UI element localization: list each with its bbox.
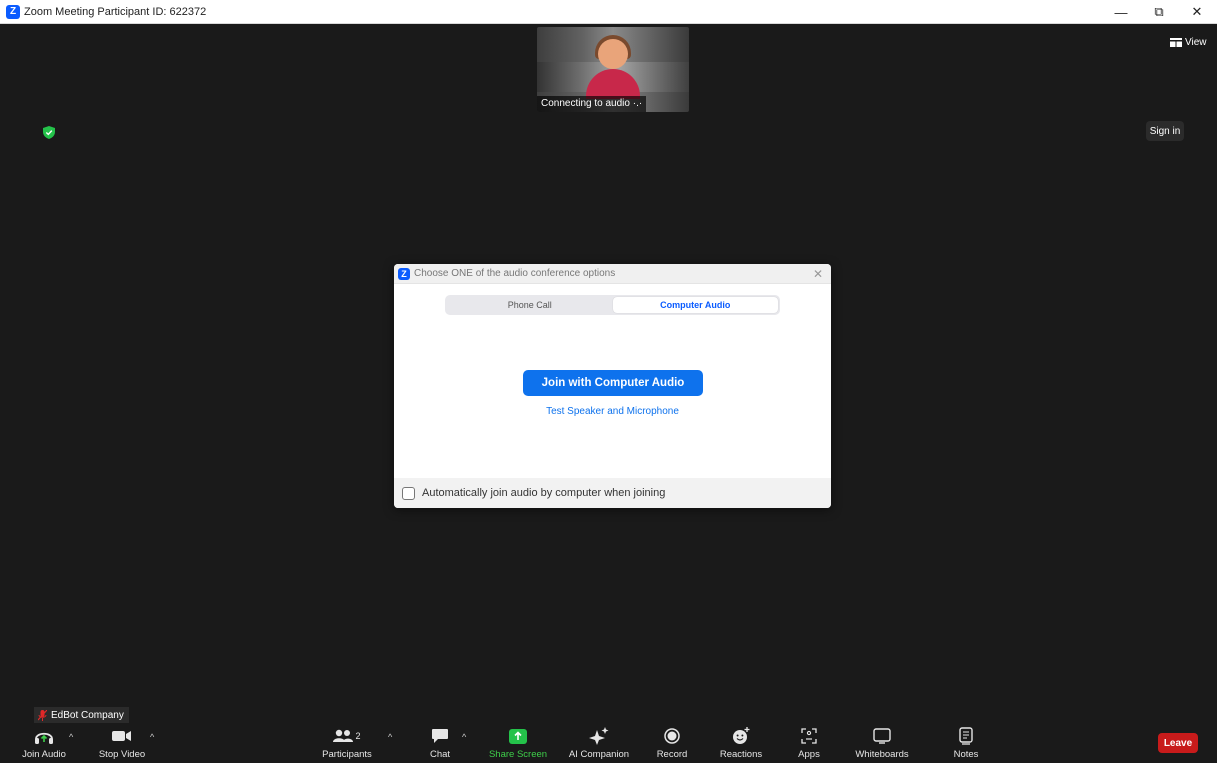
chat-button[interactable]: Chat [422, 724, 458, 763]
participants-label: Participants [322, 749, 372, 760]
record-button[interactable]: Record [652, 724, 692, 763]
video-status-label: Connecting to audio ·.· [537, 96, 647, 112]
participants-chevron-icon[interactable]: ^ [388, 732, 392, 742]
participants-icon [333, 729, 354, 742]
notes-icon [959, 727, 973, 745]
audio-options-dialog: Z Choose ONE of the audio conference opt… [394, 264, 831, 508]
tab-computer-audio[interactable]: Computer Audio [612, 297, 778, 313]
avatar-head [598, 39, 628, 69]
video-camera-icon [112, 731, 131, 741]
self-video-thumbnail[interactable]: Connecting to audio ·.· [537, 27, 689, 112]
view-grid-icon [1170, 38, 1182, 47]
share-screen-button[interactable]: Share Screen [486, 724, 550, 763]
join-computer-audio-button[interactable]: Join with Computer Audio [523, 370, 703, 396]
auto-join-label: Automatically join audio by computer whe… [422, 487, 666, 499]
join-audio-label: Join Audio [22, 749, 66, 760]
ai-sparkle-icon [589, 727, 609, 745]
chat-label: Chat [429, 749, 451, 760]
dialog-close-icon[interactable]: ✕ [813, 267, 823, 281]
audio-options-chevron-icon[interactable]: ^ [69, 732, 73, 742]
stop-video-button[interactable]: Stop Video [93, 724, 151, 763]
notes-label: Notes [953, 749, 979, 760]
record-label: Record [656, 749, 688, 760]
participant-name: EdBot Company [51, 709, 124, 721]
close-window-button[interactable]: ✕ [1178, 0, 1216, 24]
reactions-label: Reactions [719, 749, 763, 760]
stop-video-label: Stop Video [98, 749, 146, 760]
view-label: View [1185, 37, 1207, 48]
minimize-button[interactable]: — [1102, 0, 1140, 24]
zoom-logo-icon: Z [6, 4, 20, 19]
video-options-chevron-icon[interactable]: ^ [150, 732, 154, 742]
zoom-logo-icon: Z [398, 267, 410, 280]
restore-icon: ⧉ [1154, 4, 1164, 19]
participants-button[interactable]: 2 Participants [316, 724, 378, 763]
leave-button[interactable]: Leave [1158, 733, 1198, 753]
view-button[interactable]: View [1170, 37, 1207, 48]
ai-companion-button[interactable]: AI Companion [564, 724, 634, 763]
join-audio-button[interactable]: Join Audio [18, 724, 70, 763]
dialog-titlebar: Z Choose ONE of the audio conference opt… [394, 264, 831, 284]
auto-join-checkbox[interactable] [402, 486, 415, 500]
chat-chevron-icon[interactable]: ^ [462, 732, 466, 742]
participant-name-tag: EdBot Company [34, 707, 129, 723]
reactions-smiley-icon [733, 727, 750, 744]
dialog-footer: Automatically join audio by computer whe… [394, 478, 831, 508]
apps-button[interactable]: Apps [794, 724, 824, 763]
window-titlebar: Z Zoom Meeting Participant ID: 622372 — … [0, 0, 1217, 24]
notes-button[interactable]: Notes [948, 724, 984, 763]
apps-label: Apps [798, 749, 820, 760]
whiteboards-button[interactable]: Whiteboards [848, 724, 916, 763]
whiteboards-label: Whiteboards [855, 749, 909, 760]
participants-count: 2 [355, 731, 361, 741]
share-screen-icon [509, 728, 527, 744]
close-icon: ✕ [1191, 4, 1203, 19]
test-speaker-mic-link[interactable]: Test Speaker and Microphone [394, 406, 831, 417]
tab-phone-call[interactable]: Phone Call [447, 297, 613, 313]
ai-companion-label: AI Companion [568, 749, 630, 760]
record-icon [664, 728, 680, 744]
sign-in-button[interactable]: Sign in [1146, 121, 1184, 141]
meeting-toolbar: Join Audio ^ Stop Video ^ 2 Participants… [0, 724, 1217, 763]
chat-bubble-icon [432, 729, 448, 743]
reactions-button[interactable]: Reactions [716, 724, 766, 763]
audio-mode-tabs: Phone Call Computer Audio [445, 295, 780, 315]
window-title: Zoom Meeting Participant ID: 622372 [24, 5, 207, 18]
apps-icon [801, 728, 817, 744]
restore-button[interactable]: ⧉ [1140, 0, 1178, 24]
minimize-icon: — [1114, 4, 1128, 20]
mic-muted-icon [38, 709, 47, 721]
whiteboard-icon [873, 728, 891, 744]
dialog-title: Choose ONE of the audio conference optio… [414, 268, 616, 279]
headphone-icon [35, 732, 53, 744]
share-screen-label: Share Screen [488, 749, 548, 760]
security-shield-icon[interactable] [43, 126, 55, 139]
